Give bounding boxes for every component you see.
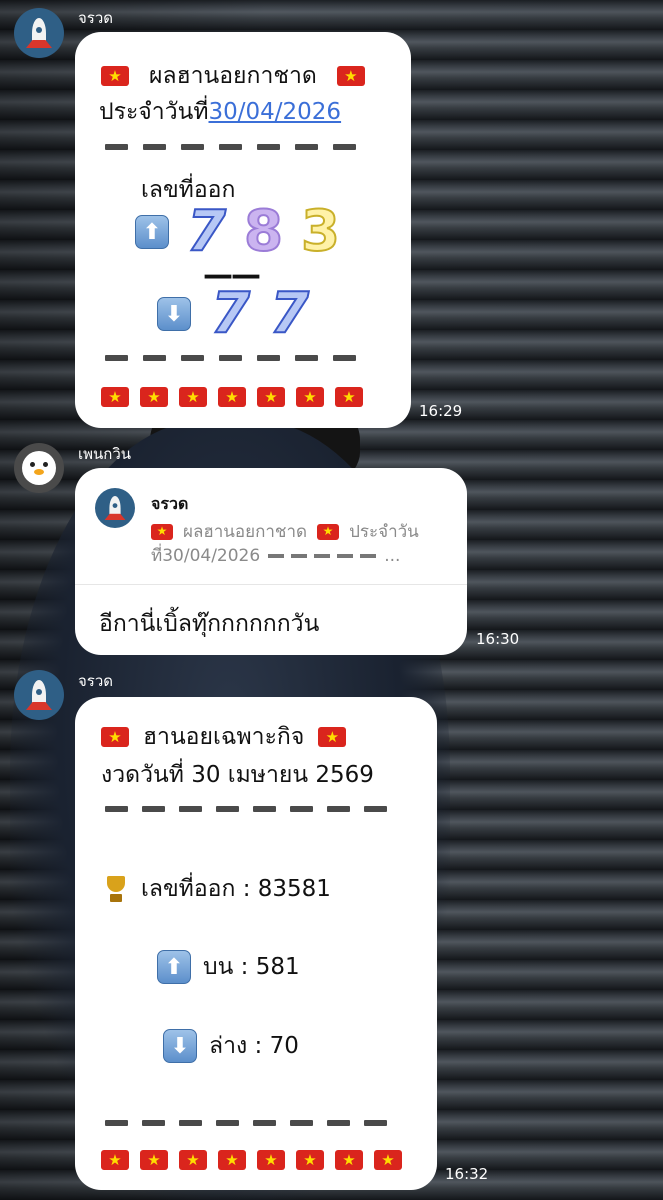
message-time: 16:30 <box>476 630 520 648</box>
top-row: ⬆ บน : 581 <box>157 949 300 985</box>
quoted-text-1: ผลฮานอยกาชาด <box>183 522 308 542</box>
avatar-penguin[interactable] <box>14 443 64 493</box>
flag-row <box>101 1148 402 1172</box>
date-row: ประจำวันที่30/04/2026 <box>99 94 341 130</box>
date-prefix: ประจำวันที่ <box>99 99 209 125</box>
message-time: 16:29 <box>419 402 463 420</box>
trophy-icon <box>101 874 131 904</box>
rocket-icon <box>32 18 46 48</box>
rocket-icon <box>109 496 121 520</box>
quoted-line-1: ผลฮานอยกาชาด ประจำวัน <box>151 518 419 545</box>
top-digit-2: 8 <box>243 199 284 264</box>
bottom-digit-1: 7 <box>210 281 251 346</box>
top-line: บน : 581 <box>203 954 300 980</box>
vietnam-flag-icon <box>140 385 168 409</box>
vietnam-flag-icon <box>101 725 129 749</box>
dash-divider <box>105 144 356 150</box>
vietnam-flag-icon <box>257 385 285 409</box>
quoted-message[interactable]: จรวด ผลฮานอยกาชาด ประจำวัน ที่30/04/2026… <box>75 468 467 584</box>
quoted-avatar <box>95 488 135 528</box>
reply-text: อีกานี่เบิ้ลทุ๊กกกกกกวัน <box>99 611 320 637</box>
vietnam-flag-icon <box>335 1148 363 1172</box>
title-row: ผลฮานอยกาชาด <box>101 58 365 94</box>
flag-row <box>101 385 363 409</box>
quoted-line-2: ที่30/04/2026 ... <box>151 542 400 569</box>
vietnam-flag-icon <box>179 1148 207 1172</box>
top-digits-row: ⬆ 7 8 3 <box>135 199 341 264</box>
message-title: ผลฮานอยกาชาด <box>149 63 317 89</box>
sender-name: จรวด <box>78 672 114 690</box>
quoted-text-2: ประจำวัน <box>349 522 419 542</box>
vietnam-flag-icon <box>218 385 246 409</box>
sender-name: จรวด <box>78 9 114 27</box>
quoted-dashes <box>268 553 377 558</box>
message-bubble-2[interactable]: จรวด ผลฮานอยกาชาด ประจำวัน ที่30/04/2026… <box>75 468 467 655</box>
result-line: เลขที่ออก : 83581 <box>141 876 331 902</box>
vietnam-flag-icon <box>335 385 363 409</box>
rocket-icon <box>32 680 46 710</box>
quoted-text-3: ที่30/04/2026 <box>151 546 261 566</box>
down-arrow-icon: ⬇ <box>157 297 191 331</box>
sender-name: เพนกวิน <box>78 445 132 463</box>
bottom-row: ⬇ ล่าง : 70 <box>163 1028 299 1064</box>
message-title: ฮานอยเฉพาะกิจ <box>143 724 305 750</box>
vietnam-flag-icon <box>101 1148 129 1172</box>
vietnam-flag-icon <box>151 522 173 541</box>
message-time: 16:32 <box>445 1165 489 1183</box>
date-link[interactable]: 30/04/2026 <box>209 99 342 125</box>
bottom-line: ล่าง : 70 <box>209 1033 299 1059</box>
avatar-rocket[interactable] <box>14 670 64 720</box>
vietnam-flag-icon <box>317 522 340 541</box>
top-digit-1: 7 <box>186 199 227 264</box>
dash-divider <box>105 355 356 361</box>
penguin-icon <box>22 451 56 485</box>
dash-divider <box>105 1120 387 1126</box>
dash-divider <box>105 806 387 812</box>
message-bubble-3[interactable]: ฮานอยเฉพาะกิจ งวดวันที่ 30 เมษายน 2569 เ… <box>75 697 437 1190</box>
vietnam-flag-icon <box>179 385 207 409</box>
vietnam-flag-icon <box>140 1148 168 1172</box>
vietnam-flag-icon <box>296 385 324 409</box>
vietnam-flag-icon <box>101 64 129 88</box>
result-row: เลขที่ออก : 83581 <box>101 871 331 907</box>
vietnam-flag-icon <box>318 725 347 749</box>
vietnam-flag-icon <box>101 385 129 409</box>
vietnam-flag-icon <box>218 1148 246 1172</box>
up-arrow-icon: ⬆ <box>135 215 169 249</box>
quoted-sender: จรวด <box>151 494 189 513</box>
quote-divider <box>75 584 467 585</box>
vietnam-flag-icon <box>374 1148 402 1172</box>
top-digit-3: 3 <box>300 199 341 264</box>
up-arrow-icon: ⬆ <box>157 950 191 984</box>
vietnam-flag-icon <box>257 1148 285 1172</box>
vietnam-flag-icon <box>336 64 365 88</box>
vietnam-flag-icon <box>296 1148 324 1172</box>
down-arrow-icon: ⬇ <box>163 1029 197 1063</box>
quoted-ellipsis: ... <box>384 545 401 566</box>
bottom-digit-2: 7 <box>269 281 310 346</box>
avatar-rocket[interactable] <box>14 8 64 58</box>
message-bubble-1[interactable]: ผลฮานอยกาชาด ประจำวันที่30/04/2026 เลขที… <box>75 32 411 428</box>
title-row: ฮานอยเฉพาะกิจ <box>101 719 347 755</box>
message-subtitle: งวดวันที่ 30 เมษายน 2569 <box>101 762 374 788</box>
bottom-digits-row: ⬇ 7 7 <box>157 281 310 346</box>
